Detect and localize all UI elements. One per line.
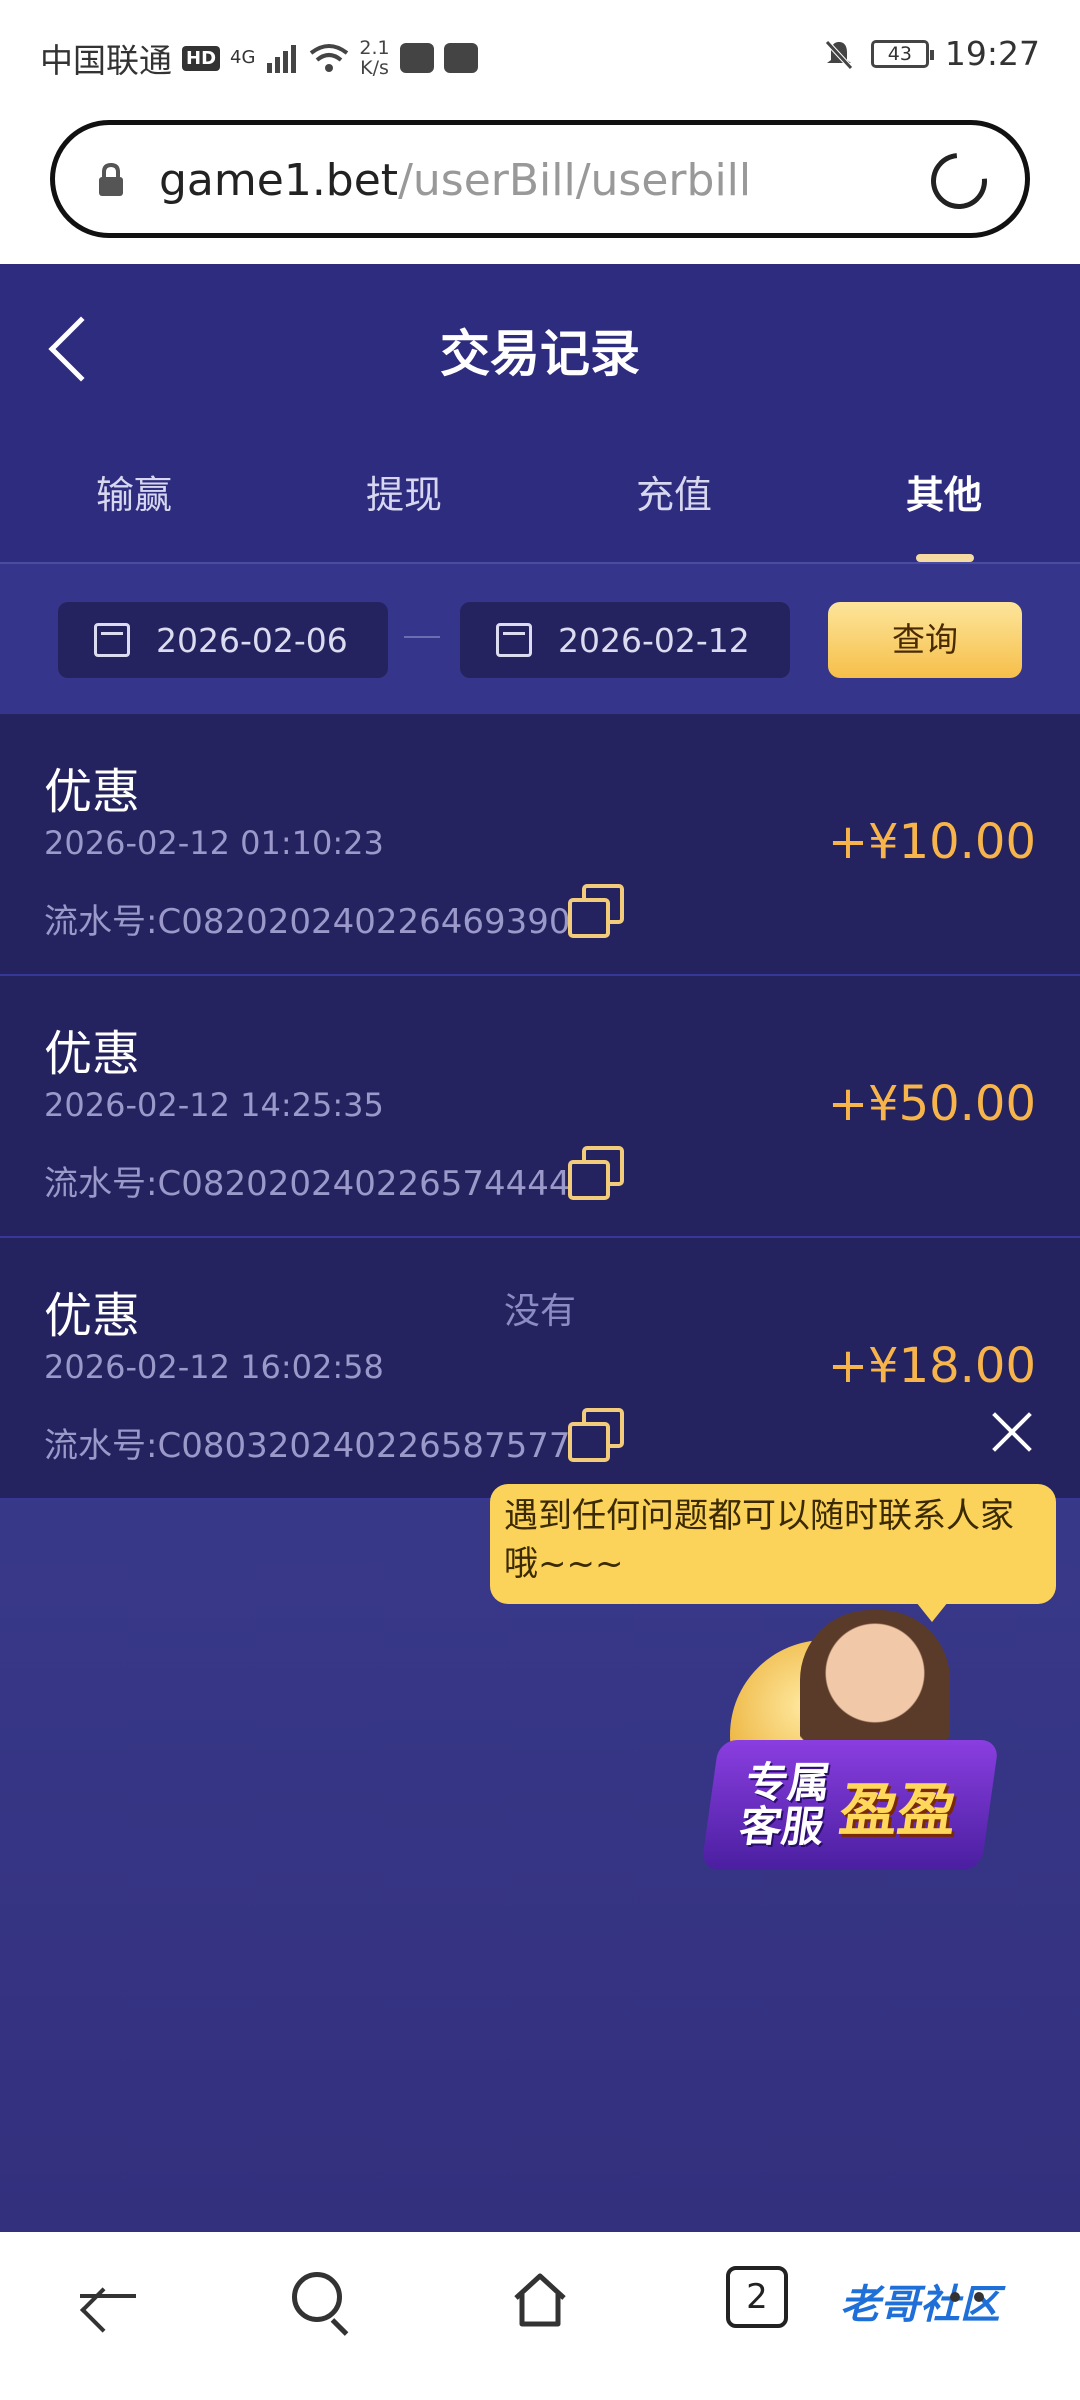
end-date-picker[interactable]: 2026-02-12: [460, 602, 790, 678]
carrier-label: 中国联通: [40, 41, 172, 80]
search-icon[interactable]: [292, 2272, 342, 2322]
start-date-value: 2026-02-06: [156, 620, 348, 660]
speed-value: 2.1: [359, 37, 390, 59]
network-type: 4G: [230, 47, 256, 68]
date-filter: 2026-02-06 2026-02-12 查询: [0, 564, 1080, 714]
menu-dots-icon[interactable]: [950, 2292, 984, 2302]
tab-other[interactable]: 其他: [854, 464, 1034, 519]
record-amount: +¥18.00: [827, 1338, 1036, 1394]
page-title: 交易记录: [440, 325, 640, 383]
record-time: 2026-02-12 16:02:58: [44, 1348, 384, 1386]
record-list: 优惠 2026-02-12 01:10:23 流水号:C082020240226…: [0, 714, 1080, 1500]
record-item: 优惠 2026-02-12 14:25:35 流水号:C082020240226…: [0, 976, 1080, 1238]
no-more-text: 没有: [503, 1291, 576, 1332]
hd-icon: HD: [182, 45, 221, 71]
badge-label-small: 专属客服: [736, 1758, 834, 1851]
app-content: 交易记录 输赢 提现 充值 其他 2026-02-06 2026-02-12 查…: [0, 264, 1080, 2232]
date-range-separator: [404, 636, 440, 638]
close-icon[interactable]: [990, 1410, 1034, 1454]
status-left: 中国联通 HD 4G 2.1 K/s: [40, 34, 478, 82]
signal-icon: [267, 45, 297, 73]
support-badge: 专属客服 盈盈: [700, 1740, 1000, 1870]
tab-bar: 输赢 提现 充值 其他: [0, 464, 1080, 528]
wifi-icon: [310, 44, 349, 72]
active-tab-indicator: [916, 554, 974, 562]
record-serial: 流水号:C080320240226587577: [44, 1426, 571, 1466]
app-notification-icon: [399, 43, 434, 73]
tabs-count-button[interactable]: 2: [726, 2266, 788, 2328]
start-date-picker[interactable]: 2026-02-06: [58, 602, 388, 678]
support-bubble[interactable]: 遇到任何问题都可以随时联系人家哦~~~: [490, 1484, 1056, 1622]
battery-icon: 43: [870, 39, 934, 68]
record-type: 优惠: [44, 764, 141, 820]
record-serial: 流水号:C082020240226469390: [44, 902, 571, 942]
record-amount: +¥50.00: [827, 1076, 1036, 1132]
record-time: 2026-02-12 14:25:35: [44, 1086, 384, 1124]
network-speed: 2.1 K/s: [359, 38, 389, 78]
status-bar: 中国联通 HD 4G 2.1 K/s 43 19:27: [0, 0, 1080, 116]
app-notification-icon: [443, 43, 478, 73]
record-amount: +¥10.00: [827, 814, 1036, 870]
reload-icon[interactable]: [919, 141, 999, 221]
query-button[interactable]: 查询: [828, 602, 1022, 678]
copy-icon[interactable]: [568, 1408, 624, 1464]
copy-icon[interactable]: [568, 1146, 624, 1202]
tab-win-loss[interactable]: 输赢: [44, 464, 224, 519]
address-bar[interactable]: game1.bet/userBill/userbill: [50, 120, 1030, 238]
record-serial: 流水号:C082020240226574444: [44, 1164, 571, 1204]
url-text[interactable]: game1.bet/userBill/userbill: [159, 155, 751, 206]
back-icon[interactable]: [80, 2294, 136, 2298]
record-item: 优惠 2026-02-12 16:02:58 流水号:C080320240226…: [0, 1238, 1080, 1500]
browser-nav-bar: 2 老哥社区: [0, 2232, 1080, 2400]
record-type: 优惠: [44, 1026, 141, 1082]
tab-withdraw[interactable]: 提现: [314, 464, 494, 519]
url-host: game1.bet: [159, 155, 399, 206]
clock: 19:27: [944, 34, 1040, 73]
customer-service-widget[interactable]: 专属客服 盈盈: [690, 1600, 1010, 1900]
calendar-icon: [94, 623, 130, 657]
badge-label-big: 盈盈: [835, 1776, 962, 1844]
mute-icon: [825, 39, 853, 70]
tab-deposit[interactable]: 充值: [584, 464, 764, 519]
home-icon[interactable]: [510, 2270, 570, 2330]
speed-unit: K/s: [360, 57, 389, 79]
lock-icon: [99, 163, 123, 196]
record-item: 优惠 2026-02-12 01:10:23 流水号:C082020240226…: [0, 714, 1080, 976]
page-header: 交易记录 输赢 提现 充值 其他: [0, 264, 1080, 564]
end-date-value: 2026-02-12: [558, 620, 750, 660]
record-time: 2026-02-12 01:10:23: [44, 824, 384, 862]
copy-icon[interactable]: [568, 884, 624, 940]
calendar-icon: [496, 623, 532, 657]
status-right: 43 19:27: [823, 34, 1040, 73]
url-path: /userBill/userbill: [398, 155, 752, 206]
